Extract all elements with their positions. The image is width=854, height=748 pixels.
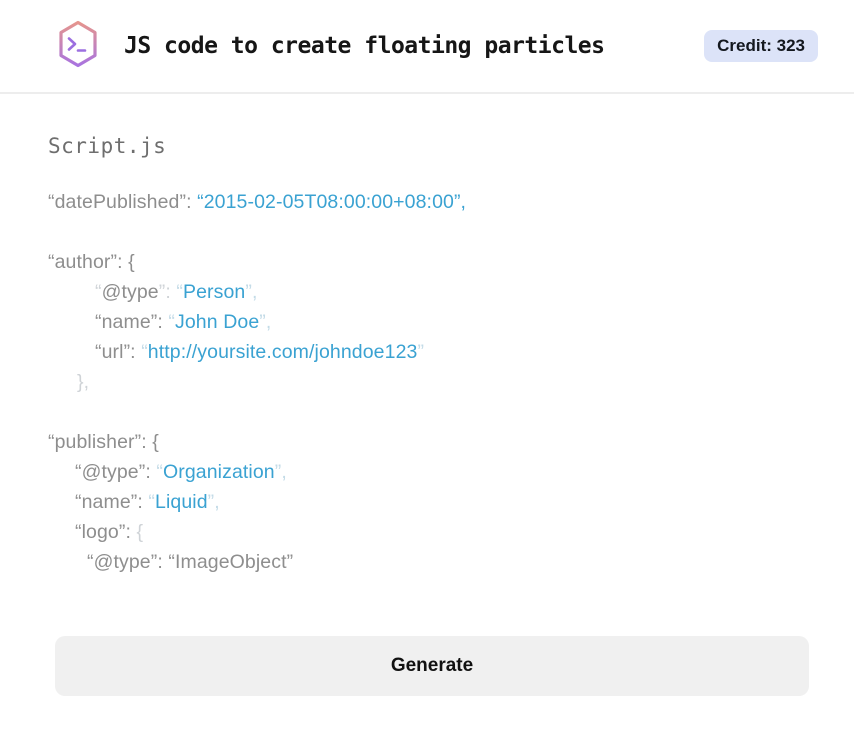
credit-badge: Credit: 323	[704, 30, 818, 62]
code-token: ”	[417, 341, 425, 363]
header: JS code to create floating particles Cre…	[0, 0, 854, 94]
code-token: “publisher”: {	[48, 431, 159, 453]
code-token: John Doe	[175, 311, 260, 333]
code-token: “logo”:	[75, 521, 137, 543]
code-line: “publisher”: {	[48, 427, 806, 457]
code-line: “name”: “John Doe”,	[48, 307, 806, 337]
code-token: ”:	[158, 281, 177, 303]
code-block: “datePublished”: “2015-02-05T08:00:00+08…	[48, 187, 806, 577]
code-line: “url”: “http://yoursite.com/johndoe123”	[48, 337, 806, 367]
script-filename: Script.js	[48, 134, 167, 158]
code-token: ”,	[207, 491, 220, 513]
footer: Generate	[0, 636, 854, 696]
code-token: Organization	[162, 461, 275, 483]
code-token: “name”:	[95, 311, 169, 333]
generate-button[interactable]: Generate	[55, 636, 809, 696]
code-line: “@type”: “Organization”,	[48, 457, 806, 487]
code-token: Liquid	[155, 491, 208, 513]
code-token: “	[156, 461, 163, 483]
main-content: Script.js “datePublished”: “2015-02-05T0…	[0, 134, 854, 577]
code-token: “	[168, 311, 175, 333]
code-token: “	[148, 491, 155, 513]
code-token: “url”:	[95, 341, 142, 363]
code-line: “@type”: “Person”,	[48, 277, 806, 307]
code-token: “@type”:	[75, 461, 157, 483]
code-token: @type	[101, 281, 159, 303]
code-token: ”,	[245, 281, 258, 303]
code-token: Person	[182, 281, 246, 303]
code-line: “logo”: {	[48, 517, 806, 547]
code-line: “name”: “Liquid”,	[48, 487, 806, 517]
code-token: },	[77, 371, 90, 393]
code-line: },	[48, 367, 806, 397]
code-token: “name”:	[75, 491, 149, 513]
page-title: JS code to create floating particles	[124, 33, 605, 59]
code-token: http://yoursite.com/johndoe123	[147, 341, 418, 363]
code-token: “author”: {	[48, 251, 135, 273]
code-token: “	[141, 341, 148, 363]
code-token: ”,	[274, 461, 287, 483]
code-token: {	[136, 521, 144, 543]
code-token: “2015-02-05T08:00:00+08:00”,	[197, 191, 467, 213]
code-token: “@type”: “ImageObject”	[87, 551, 294, 573]
code-line: “@type”: “ImageObject”	[48, 547, 806, 577]
code-line: “datePublished”: “2015-02-05T08:00:00+08…	[48, 187, 806, 217]
terminal-hexagon-icon	[54, 18, 102, 75]
code-token: “	[95, 281, 102, 303]
code-line: “author”: {	[48, 247, 806, 277]
code-token: “datePublished”:	[48, 191, 198, 213]
code-token: ”,	[259, 311, 272, 333]
code-token: “	[176, 281, 183, 303]
